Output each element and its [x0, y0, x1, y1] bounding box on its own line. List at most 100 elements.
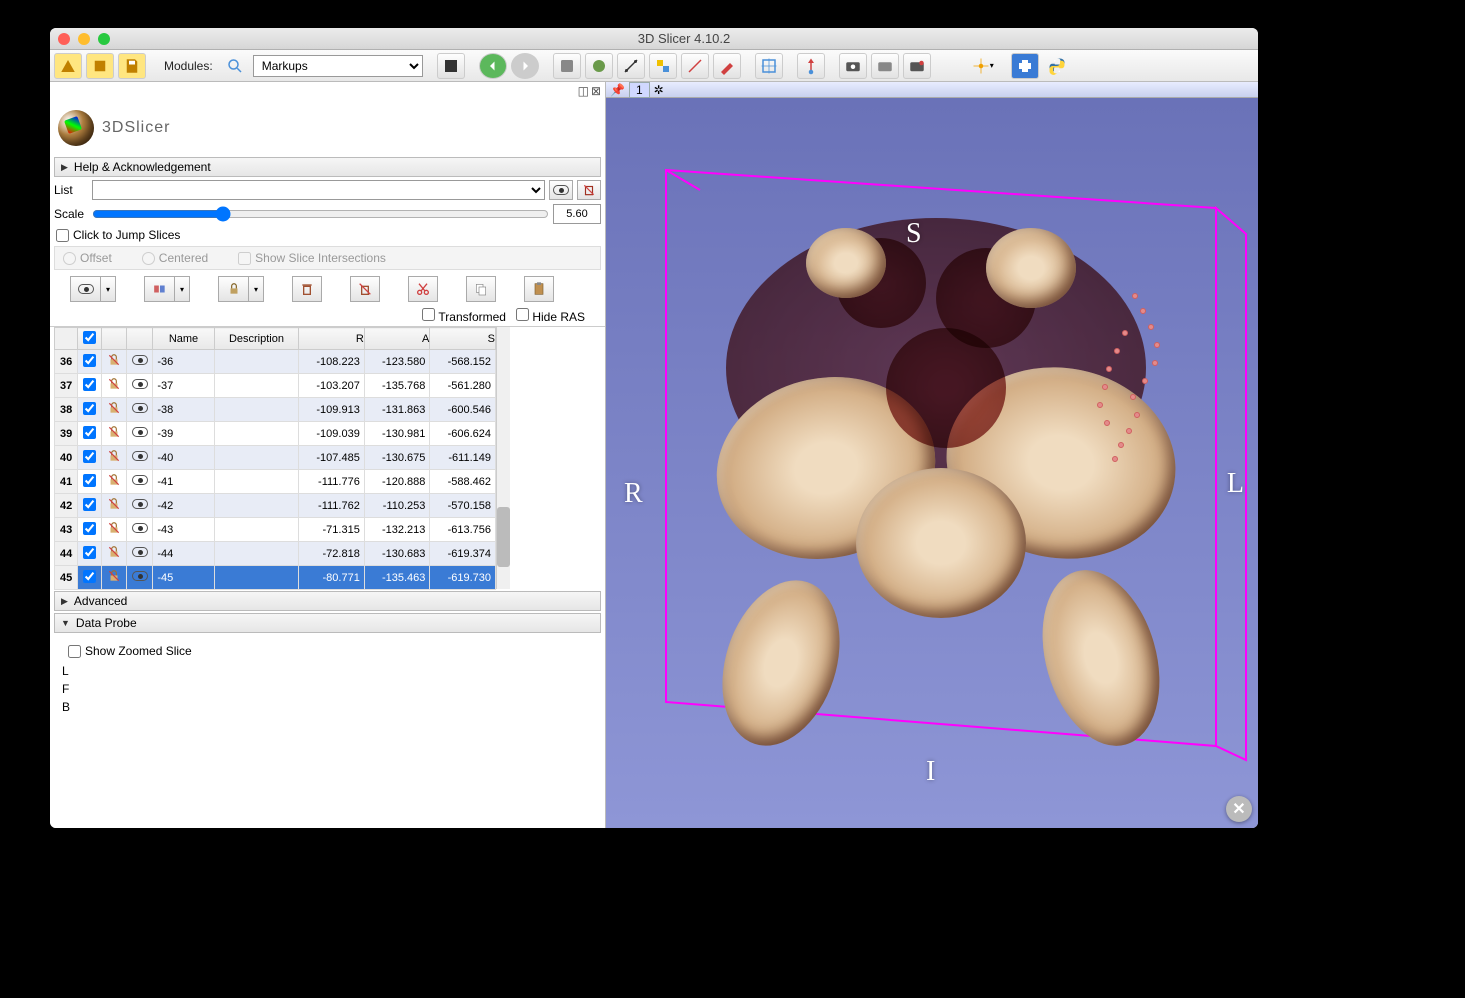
- crosshair-icon[interactable]: [755, 53, 783, 79]
- view-tab[interactable]: 1: [629, 82, 650, 98]
- annotation-icon[interactable]: [713, 53, 741, 79]
- lock-icon[interactable]: [107, 524, 121, 538]
- row-select-checkbox[interactable]: [83, 546, 96, 559]
- col-header-r[interactable]: R: [299, 328, 365, 350]
- row-select-checkbox[interactable]: [83, 474, 96, 487]
- transforms-icon[interactable]: [617, 53, 645, 79]
- row-select-checkbox[interactable]: [83, 498, 96, 511]
- error-badge-icon[interactable]: ✕: [1226, 796, 1252, 822]
- list-delete-icon[interactable]: [577, 180, 601, 200]
- advanced-section-header[interactable]: ▶Advanced: [54, 591, 601, 611]
- view-pin-icon[interactable]: 📌: [610, 83, 625, 97]
- screenshot-icon[interactable]: [839, 53, 867, 79]
- help-section-header[interactable]: ▶Help & Acknowledgement: [54, 157, 601, 177]
- table-row[interactable]: 45 -45 -80.771 -135.463 -619.730: [55, 566, 496, 590]
- table-row[interactable]: 38 -38 -109.913 -131.863 -600.546: [55, 398, 496, 422]
- module-search-icon[interactable]: [221, 53, 249, 79]
- list-visibility-icon[interactable]: [549, 180, 573, 200]
- table-row[interactable]: 43 -43 -71.315 -132.213 -613.756: [55, 518, 496, 542]
- jump-slices-checkbox[interactable]: [56, 229, 69, 242]
- row-select-checkbox[interactable]: [83, 570, 96, 583]
- visibility-icon[interactable]: [132, 475, 148, 485]
- row-select-checkbox[interactable]: [83, 354, 96, 367]
- offset-radio[interactable]: [63, 252, 76, 265]
- dcm-button[interactable]: [86, 53, 114, 79]
- record-icon[interactable]: [903, 53, 931, 79]
- col-header-name[interactable]: Name: [153, 328, 214, 350]
- lock-icon[interactable]: [107, 380, 121, 394]
- table-row[interactable]: 36 -36 -108.223 -123.580 -568.152: [55, 350, 496, 374]
- hide-ras-checkbox[interactable]: [516, 308, 529, 321]
- lock-icon[interactable]: [107, 428, 121, 442]
- selected-dropdown[interactable]: ▾: [144, 276, 190, 302]
- visibility-icon[interactable]: [132, 451, 148, 461]
- module-select[interactable]: Markups: [253, 55, 423, 77]
- lock-icon[interactable]: [107, 548, 121, 562]
- transformed-checkbox[interactable]: [422, 308, 435, 321]
- fiducial-place-icon[interactable]: ▾: [969, 53, 997, 79]
- table-row[interactable]: 37 -37 -103.207 -135.768 -561.280: [55, 374, 496, 398]
- copy-button[interactable]: [466, 276, 496, 302]
- orientation-marker-icon[interactable]: [797, 53, 825, 79]
- visibility-icon[interactable]: [132, 379, 148, 389]
- delete-selected-button[interactable]: [292, 276, 322, 302]
- window-minimize-button[interactable]: [78, 33, 90, 45]
- lock-icon[interactable]: [107, 404, 121, 418]
- row-select-checkbox[interactable]: [83, 522, 96, 535]
- lock-icon[interactable]: [107, 452, 121, 466]
- visibility-icon[interactable]: [132, 547, 148, 557]
- markup-list-select[interactable]: [92, 180, 545, 200]
- visibility-icon[interactable]: [132, 523, 148, 533]
- table-row[interactable]: 39 -39 -109.039 -130.981 -606.624: [55, 422, 496, 446]
- editor-icon[interactable]: [649, 53, 677, 79]
- view-settings-icon[interactable]: ✲: [654, 83, 664, 97]
- delete-all-button[interactable]: [350, 276, 380, 302]
- visibility-icon[interactable]: [132, 355, 148, 365]
- table-row[interactable]: 41 -41 -111.776 -120.888 -588.462: [55, 470, 496, 494]
- table-row[interactable]: 44 -44 -72.818 -130.683 -619.374: [55, 542, 496, 566]
- cut-button[interactable]: [408, 276, 438, 302]
- show-intersections-checkbox[interactable]: [238, 252, 251, 265]
- scale-value-input[interactable]: [553, 204, 601, 224]
- visibility-dropdown[interactable]: ▾: [70, 276, 116, 302]
- lock-dropdown[interactable]: ▾: [218, 276, 264, 302]
- lock-icon[interactable]: [107, 500, 121, 514]
- visibility-icon[interactable]: [132, 403, 148, 413]
- panel-close-icon[interactable]: ⊠: [591, 84, 601, 98]
- lock-icon[interactable]: [107, 356, 121, 370]
- table-row[interactable]: 42 -42 -111.762 -110.253 -570.158: [55, 494, 496, 518]
- lock-icon[interactable]: [107, 572, 121, 586]
- window-zoom-button[interactable]: [98, 33, 110, 45]
- nav-back-button[interactable]: [479, 53, 507, 79]
- show-zoomed-checkbox[interactable]: [68, 645, 81, 658]
- lock-icon[interactable]: [107, 476, 121, 490]
- col-header-description[interactable]: Description: [214, 328, 299, 350]
- panel-detach-icon[interactable]: ◫: [578, 84, 589, 98]
- visibility-icon[interactable]: [132, 499, 148, 509]
- scene-view-icon[interactable]: [871, 53, 899, 79]
- visibility-icon[interactable]: [132, 571, 148, 581]
- centered-radio[interactable]: [142, 252, 155, 265]
- save-button[interactable]: [118, 53, 146, 79]
- col-header-s[interactable]: S: [430, 328, 496, 350]
- data-probe-section-header[interactable]: ▼Data Probe: [54, 613, 601, 633]
- row-select-checkbox[interactable]: [83, 402, 96, 415]
- extension-manager-icon[interactable]: [1011, 53, 1039, 79]
- row-select-checkbox[interactable]: [83, 426, 96, 439]
- header-select-checkbox[interactable]: [83, 331, 96, 344]
- visibility-icon[interactable]: [132, 427, 148, 437]
- volume-rendering-icon[interactable]: [553, 53, 581, 79]
- nav-forward-button[interactable]: [511, 53, 539, 79]
- col-header-a[interactable]: A: [364, 328, 430, 350]
- layout-button[interactable]: [437, 53, 465, 79]
- python-console-icon[interactable]: [1043, 53, 1071, 79]
- table-scrollbar[interactable]: [496, 327, 510, 589]
- table-row[interactable]: 40 -40 -107.485 -130.675 -611.149: [55, 446, 496, 470]
- scale-slider[interactable]: [92, 206, 549, 222]
- window-close-button[interactable]: [58, 33, 70, 45]
- paste-button[interactable]: [524, 276, 554, 302]
- models-icon[interactable]: [585, 53, 613, 79]
- ruler-icon[interactable]: [681, 53, 709, 79]
- data-button[interactable]: [54, 53, 82, 79]
- row-select-checkbox[interactable]: [83, 378, 96, 391]
